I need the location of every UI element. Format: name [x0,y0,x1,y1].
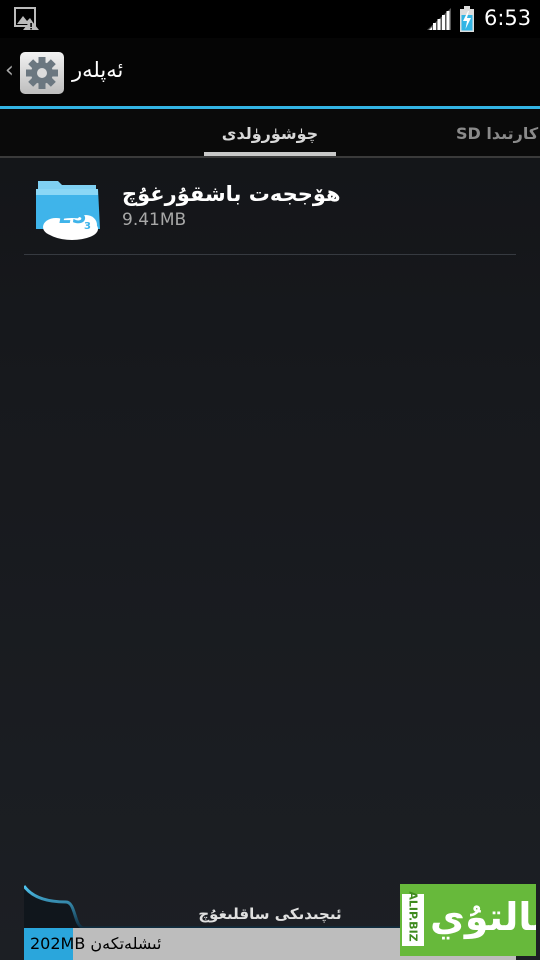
svg-text:ES: ES [59,204,87,228]
clock-time: 6:53 [484,6,532,30]
signal-icon [427,8,451,34]
list-item[interactable]: ES 3 ھۆججەت باشقۇرغۇچ 9.41MB [24,170,516,255]
action-bar: ‹ ئەپلەر [0,38,540,106]
status-bar: 6:53 [0,0,540,38]
battery-charging-icon [459,6,475,36]
svg-text:3: 3 [84,221,91,232]
tab-on-sd-card[interactable]: SD كارتىدا [456,123,538,145]
tab-strip: چۈشۈرۈلدى SD كارتىدا [0,109,540,158]
watermark-side-text: ALIP.BIZ [406,891,420,942]
app-size: 9.41MB [122,210,187,230]
watermark-logo: ALIP.BIZ ئالتۇي [400,884,536,956]
storage-used-text: 202MB ئىشلەتكەن [30,934,162,953]
tab-selected-indicator [204,152,336,156]
settings-gear-icon[interactable] [20,52,64,94]
image-notification-icon [14,7,40,35]
watermark-side-strip: ALIP.BIZ [402,891,424,946]
page-title: ئەپلەر [72,58,124,82]
back-chevron-icon[interactable]: ‹ [5,57,14,85]
app-name: ھۆججەت باشقۇرغۇچ [122,182,341,206]
watermark-text: ئالتۇي [430,895,536,939]
tab-downloaded[interactable]: چۈشۈرۈلدى [204,123,336,145]
es-file-explorer-icon: ES 3 [34,173,106,249]
